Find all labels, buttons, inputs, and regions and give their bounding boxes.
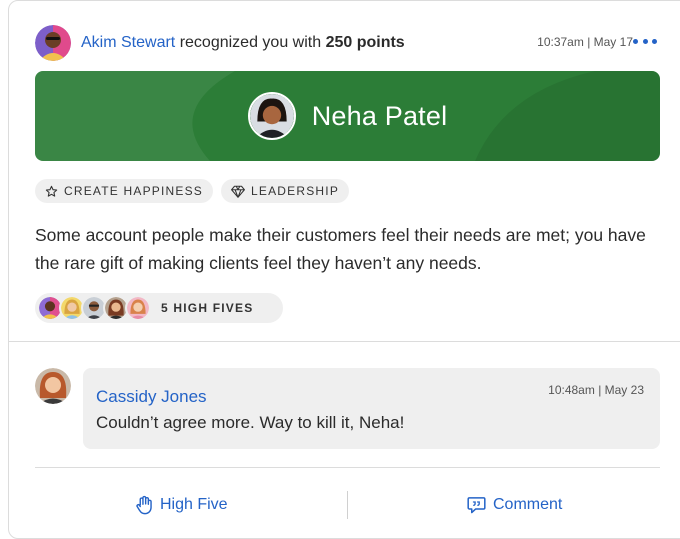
sender-avatar[interactable] [35,25,71,61]
high-five-label: High Five [160,496,228,513]
actions-separator [347,491,348,519]
high-five-button[interactable]: High Five [135,481,228,529]
comment-icon [467,497,486,514]
post-header: Akim Stewart recognized you with 250 poi… [35,23,657,63]
avatar [125,295,151,321]
banner-content: Neha Patel [35,71,660,161]
comment-text: Couldn’t agree more. Way to kill it, Neh… [96,413,405,432]
comment-author-avatar[interactable] [35,368,71,404]
sender-name-link[interactable]: Akim Stewart [81,34,175,51]
comment-author-name[interactable]: Cassidy Jones [96,387,207,407]
comment-bubble: Cassidy Jones 10:48am | May 23 Couldn’t … [83,368,660,449]
high-five-avatars [37,295,151,321]
tag-label: LEADERSHIP [251,184,340,198]
post-actions: High Five Comment [35,481,660,529]
points-amount: 250 points [325,34,405,51]
tag-leadership[interactable]: LEADERSHIP [221,179,350,203]
actions-divider [35,467,660,468]
recognition-action-text: recognized you with [175,34,326,51]
star-icon [45,185,58,197]
tag-create-happiness[interactable]: CREATE HAPPINESS [35,179,214,203]
tag-label: CREATE HAPPINESS [64,184,204,198]
post-timestamp: 10:37am | May 17 [537,35,633,49]
hand-icon [136,495,152,515]
comment-timestamp: 10:48am | May 23 [548,383,644,397]
section-divider [9,341,680,342]
comment-label: Comment [493,496,563,513]
recipient-banner: Neha Patel [35,71,660,161]
recognition-card: Akim Stewart recognized you with 250 poi… [8,0,680,539]
high-fives-count: 5 HIGH FIVES [161,301,254,315]
post-headline: Akim Stewart recognized you with 250 poi… [81,34,405,52]
recipient-name: Neha Patel [311,100,448,131]
comment-author-avatar-wrap [35,368,71,404]
value-tags: CREATE HAPPINESS LEADERSHIP [35,179,350,203]
recognition-message: Some account people make their customers… [35,225,646,273]
comment-button[interactable]: Comment [467,481,562,529]
more-horizontal-icon[interactable] [633,31,657,51]
diamond-icon [231,185,245,198]
high-fives-summary[interactable]: 5 HIGH FIVES [35,293,283,323]
recipient-avatar[interactable] [247,92,296,140]
